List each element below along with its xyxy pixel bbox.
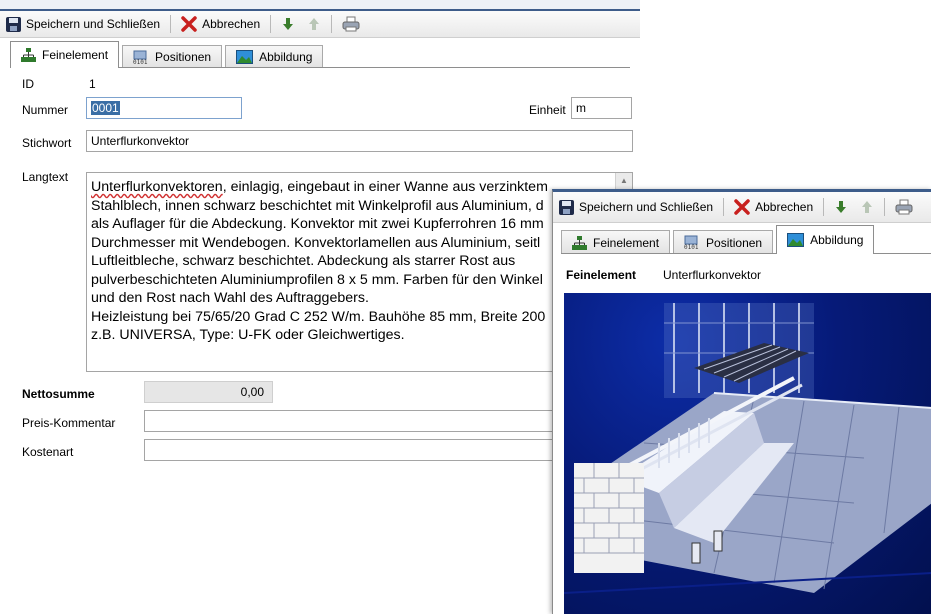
einheit-value: m <box>576 101 586 115</box>
cancel-x-icon <box>734 199 750 215</box>
save-close-label: Speichern und Schließen <box>579 200 714 214</box>
cancel-label: Abbrechen <box>755 200 814 214</box>
structure-icon <box>21 48 36 62</box>
tab-divider <box>561 253 931 254</box>
tab-abbildung[interactable]: Abbildung <box>225 45 324 68</box>
main-window: Speichern und Schließen Abbrechen Feinel… <box>0 0 640 476</box>
langtext-line: Luftleitbleche, schwarz beschichtet. Abd… <box>91 253 516 269</box>
id-label: ID <box>22 77 34 91</box>
nettosumme-value: 0,00 <box>144 381 273 403</box>
tab-abbildung[interactable]: Abbildung <box>776 225 875 254</box>
kostenart-label: Kostenart <box>22 445 74 459</box>
positions-icon: 0101 <box>684 235 700 251</box>
langtext-label: Langtext <box>22 170 69 184</box>
tab-feinelement-label: Feinelement <box>42 48 109 62</box>
langtext-line: und den Rost nach Wahl des Auftraggebers… <box>91 290 369 306</box>
save-close-button[interactable]: Speichern und Schließen <box>553 195 719 219</box>
langtext-line: pulverbeschichteten Aluminiumprofilen 8 … <box>91 271 543 288</box>
tab-feinelement[interactable]: Feinelement <box>561 230 671 254</box>
nummer-label: Nummer <box>22 103 69 117</box>
toolbar-separator <box>884 198 886 216</box>
arrow-down-icon <box>281 17 295 31</box>
langtext-line: Heizleistung bei 75/65/20 Grad C 252 W/m… <box>91 308 546 325</box>
tab-abbildung-label: Abbildung <box>259 50 313 64</box>
arrow-up-icon <box>307 17 321 31</box>
langtext-textarea[interactable]: Unterflurkonvektoren, einlagig, eingebau… <box>86 172 633 372</box>
print-button[interactable] <box>336 12 366 36</box>
toolbar-separator <box>723 198 725 216</box>
print-icon <box>895 199 913 215</box>
toolbar-separator <box>170 15 172 33</box>
langtext-line: als Auflager für die Abdeckung. Konvekto… <box>91 216 544 232</box>
arrow-up-icon <box>860 200 874 214</box>
save-icon <box>559 199 574 215</box>
title-bar <box>0 0 640 11</box>
cancel-button[interactable]: Abbrechen <box>728 195 819 219</box>
move-down-button[interactable] <box>275 12 301 36</box>
tab-positionen-label: Positionen <box>706 235 763 250</box>
print-icon <box>342 16 360 32</box>
langtext-line: Durchmesser mit Wendebogen. Konvektorlam… <box>91 234 541 251</box>
toolbar-separator <box>331 15 333 33</box>
structure-icon <box>572 235 587 250</box>
cancel-label: Abbrechen <box>202 17 261 31</box>
overlay-tab-bar: Feinelement 0101 Positionen Abbildung <box>561 225 877 254</box>
save-close-label: Speichern und Schließen <box>26 17 161 31</box>
tab-positionen-label: Positionen <box>155 50 212 64</box>
nummer-input[interactable]: 0001 <box>86 97 242 119</box>
cancel-button[interactable]: Abbrechen <box>175 12 266 36</box>
svg-text:0101: 0101 <box>133 59 148 65</box>
langtext-word: Unterflurkonvektoren <box>91 179 223 195</box>
cancel-x-icon <box>181 16 197 32</box>
tab-abbildung-label: Abbildung <box>810 233 864 247</box>
convector-illustration <box>564 293 931 614</box>
langtext-line: Unterflurkonvektoren, einlagig, eingebau… <box>91 179 548 195</box>
positions-icon: 0101 <box>133 50 149 66</box>
nummer-value: 0001 <box>91 101 120 115</box>
main-tab-bar: Feinelement 0101 Positionen Abbildung <box>10 41 326 68</box>
arrow-down-icon <box>834 200 848 214</box>
print-button[interactable] <box>889 195 919 219</box>
tab-feinelement[interactable]: Feinelement <box>10 41 120 68</box>
tab-positionen[interactable]: 0101 Positionen <box>673 230 774 254</box>
svg-text:0101: 0101 <box>684 244 699 250</box>
save-close-button[interactable]: Speichern und Schließen <box>0 12 166 36</box>
id-value: 1 <box>89 77 96 91</box>
stichwort-label: Stichwort <box>22 136 72 150</box>
toolbar-separator <box>270 15 272 33</box>
langtext-line: z.B. UNIVERSA, Type: U-FK oder Gleichwer… <box>91 327 405 343</box>
textarea-scroll-up-button[interactable]: ▲ <box>615 173 632 189</box>
image-icon <box>236 50 254 64</box>
einheit-label: Einheit <box>529 103 566 117</box>
tab-positionen[interactable]: 0101 Positionen <box>122 45 223 68</box>
feinelement-label: Feinelement <box>566 268 637 282</box>
einheit-input[interactable]: m <box>571 97 632 119</box>
abbildung-window: Speichern und Schließen Abbrechen Feinel… <box>552 189 931 614</box>
save-icon <box>6 16 21 32</box>
move-down-button[interactable] <box>828 195 854 219</box>
move-up-button[interactable] <box>854 195 880 219</box>
toolbar-separator <box>823 198 825 216</box>
langtext-line: Stahlblech, innen schwarz beschichtet mi… <box>91 197 544 214</box>
tab-feinelement-label: Feinelement <box>593 235 660 250</box>
overlay-toolbar: Speichern und Schließen Abbrechen <box>553 192 931 223</box>
feinelement-value: Unterflurkonvektor <box>663 268 762 282</box>
move-up-button[interactable] <box>301 12 327 36</box>
main-toolbar: Speichern und Schließen Abbrechen <box>0 11 640 38</box>
nettosumme-label: Nettosumme <box>22 387 95 401</box>
preis-kommentar-label: Preis-Kommentar <box>22 416 116 430</box>
stichwort-value: Unterflurkonvektor <box>91 134 190 148</box>
image-icon <box>787 233 805 247</box>
stichwort-input[interactable]: Unterflurkonvektor <box>86 130 633 152</box>
